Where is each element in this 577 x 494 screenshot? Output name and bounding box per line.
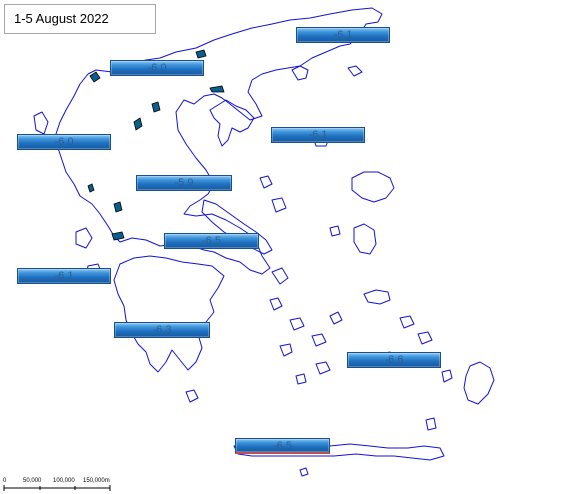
kefalonia-coastline <box>75 227 93 249</box>
lake-prespa <box>89 71 101 83</box>
ag-efstratios <box>329 225 341 237</box>
scale-bar: 0 50,000 100,000 150,000m <box>3 476 213 494</box>
station-badge-3: -6.0 <box>17 134 111 150</box>
chios-coastline <box>353 223 377 255</box>
lesvos-coastline <box>351 171 395 203</box>
title-box: 1-5 August 2022 <box>4 4 156 34</box>
corfu-coastline <box>33 111 49 135</box>
gavdos <box>299 467 309 477</box>
greece-map <box>3 7 495 491</box>
station-badge-6: -6.5 <box>164 233 259 249</box>
samos-coastline <box>363 289 391 305</box>
scale-label-0: 0 <box>3 478 7 484</box>
station-value: -6.0 <box>54 136 74 148</box>
lake-kremasta <box>113 201 123 213</box>
cyclades-7 <box>329 311 343 325</box>
station-value: -6.5 <box>273 440 292 452</box>
station-badge-10: -6.5 <box>235 438 330 454</box>
dodecanese-1 <box>399 315 415 329</box>
station-value: -6.0 <box>147 62 167 74</box>
station-value: -6.5 <box>202 235 221 247</box>
station-badge-1: -6.1 <box>296 27 390 43</box>
lake-ioannina <box>87 183 95 193</box>
scale-label-150000: 150,000m <box>83 478 110 484</box>
station-badge-8: -6.3 <box>114 322 210 338</box>
station-badge-4: -6.1 <box>271 127 365 143</box>
station-badge-2: -6.0 <box>110 60 204 76</box>
scale-label-50000: 50,000 <box>23 478 42 484</box>
dodecanese-3 <box>441 369 453 383</box>
lake-vegoritida <box>151 101 161 113</box>
station-badge-9: -6.6 <box>347 352 441 368</box>
chalkidiki-coastline <box>209 99 255 147</box>
scale-label-100000: 100,000 <box>53 478 75 484</box>
lake-volvi <box>209 85 225 93</box>
station-value: -6.6 <box>384 354 404 366</box>
station-badge-7: -6.1 <box>17 268 111 284</box>
skyros <box>271 197 287 213</box>
station-value: -6.3 <box>152 324 172 336</box>
lake-trichonida <box>111 231 125 241</box>
cyclades-6 <box>295 373 307 385</box>
station-value: -6.1 <box>308 129 328 141</box>
station-value: -6.1 <box>54 270 74 282</box>
map-title: 1-5 August 2022 <box>14 11 109 26</box>
samothrace-coastline <box>347 65 363 77</box>
cyclades-2 <box>289 317 305 331</box>
dodecanese-2 <box>417 331 433 345</box>
cyclades-5 <box>315 361 331 375</box>
cyclades-3 <box>311 333 327 347</box>
andros <box>271 267 289 285</box>
rhodes-coastline <box>463 361 495 405</box>
station-value: -5.9 <box>174 177 194 189</box>
cyclades-1 <box>269 297 283 311</box>
peloponnese-coastline <box>113 255 225 373</box>
kythira <box>185 389 199 403</box>
station-badge-5: -5.9 <box>136 175 232 191</box>
sporades <box>259 175 273 189</box>
kasos <box>425 417 437 431</box>
thasos-coastline <box>291 65 309 81</box>
cyclades-4 <box>279 343 293 357</box>
lake-kastoria <box>133 117 143 131</box>
lake-doirani <box>195 49 207 59</box>
station-value: -6.1 <box>333 29 353 41</box>
